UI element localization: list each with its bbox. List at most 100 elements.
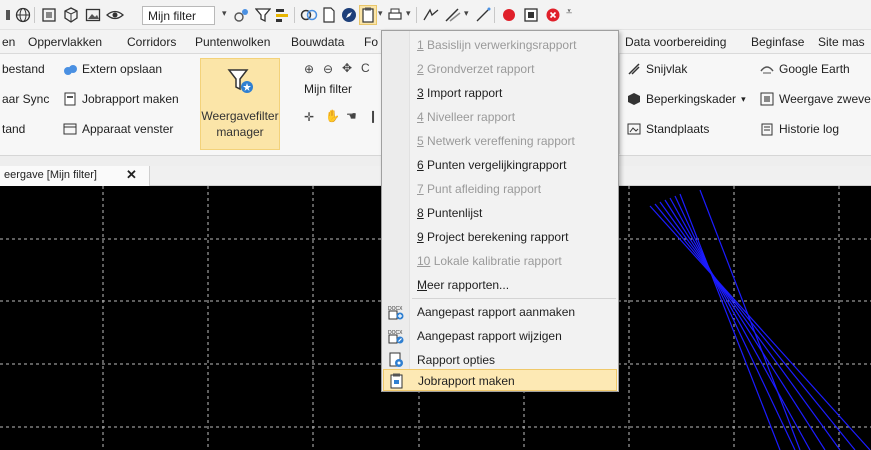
ribbon-bestand[interactable]: bestand <box>2 60 45 78</box>
linework <box>649 189 871 450</box>
menu-item-aangepast-aanmaken[interactable]: DOCX Aangepast rapport aanmaken <box>383 301 617 323</box>
standplaats-button[interactable]: Standplaats <box>627 120 709 138</box>
floating-view-icon <box>760 92 774 106</box>
apparaat-venster-button[interactable]: Apparaat venster <box>63 120 173 138</box>
menu-item-label: 3 Import rapport <box>417 86 503 100</box>
weergavefilter-manager-button[interactable]: Weergavefilter manager <box>200 58 280 150</box>
menu-separator <box>412 298 616 299</box>
menu-item-meer-rapporten[interactable]: Meer rapporten... <box>383 274 617 296</box>
hand-pan-icon[interactable]: ☚ <box>346 109 357 123</box>
filter-label: Mijn filter <box>304 82 353 96</box>
tab-corridors[interactable]: Corridors <box>127 35 176 49</box>
group-icon[interactable] <box>300 6 318 24</box>
menu-item-label: 9 Project berekening rapport <box>417 230 569 244</box>
menu-item-label: 6 Punten vergelijkingrapport <box>417 158 567 172</box>
cloud-save-icon <box>63 62 77 76</box>
eye-icon[interactable] <box>106 6 124 24</box>
orbit-icon[interactable]: ✛ <box>304 110 314 124</box>
cut-plane-icon <box>627 62 641 76</box>
hand-icon[interactable]: ✋ <box>325 109 340 123</box>
image-icon[interactable] <box>84 6 102 24</box>
menu-item-punten-vergelijking[interactable]: 6 Punten vergelijkingrapport <box>383 154 617 176</box>
views-icon[interactable] <box>233 6 251 24</box>
menu-item-label: Jobrapport maken <box>418 374 515 388</box>
menu-item-label: Rapport opties <box>417 353 496 367</box>
pan-icon[interactable]: ✥ <box>342 61 352 75</box>
report-options-icon <box>388 352 404 368</box>
jobrapport-maken-button[interactable]: Jobrapport maken <box>63 90 179 108</box>
big-button-line2: manager <box>216 125 264 139</box>
document-tab-close-icon[interactable]: ✕ <box>126 167 137 183</box>
beperkingskader-dropdown-icon[interactable]: ▾ <box>741 94 746 105</box>
menu-item-netwerk[interactable]: 5 Netwerk vereffening rapport <box>383 130 617 152</box>
menu-item-import[interactable]: 3 Import rapport <box>383 82 617 104</box>
filter-icon[interactable] <box>254 6 272 24</box>
beperkingskader-button[interactable]: Beperkingskader ▾ <box>627 90 746 108</box>
filter-dropdown-icon[interactable]: ▾ <box>222 8 227 19</box>
layers-icon[interactable] <box>274 6 292 24</box>
menu-item-basislijn[interactable]: 1 Basislijn verwerkingsrapport <box>383 34 617 56</box>
menu-item-label: 10 Lokale kalibratie rapport <box>417 254 562 268</box>
zoom-in-icon[interactable]: ⊕ <box>304 62 314 76</box>
tab-oppervlakken[interactable]: Oppervlakken <box>28 35 102 49</box>
menu-item-lokale-kalibratie[interactable]: 10 Lokale kalibratie rapport <box>383 250 617 272</box>
weergave-zwevend-button[interactable]: Weergave zweve <box>760 90 871 108</box>
menu-item-label: 1 Basislijn verwerkingsrapport <box>417 38 577 52</box>
google-earth-button[interactable]: Google Earth <box>760 60 850 78</box>
menu-item-label: 5 Netwerk vereffening rapport <box>417 134 575 148</box>
menu-item-project-berekening[interactable]: 9 Project berekening rapport <box>383 226 617 248</box>
menu-item-rapport-opties[interactable]: Rapport opties <box>383 349 617 371</box>
tab-partial-fo[interactable]: Fo <box>364 35 378 49</box>
globe-icon[interactable] <box>14 6 32 24</box>
tab-partial-left[interactable]: en <box>2 35 15 49</box>
menu-item-grondverzet[interactable]: 2 Grondverzet rapport <box>383 58 617 80</box>
big-button-line1: Weergavefilter <box>201 109 279 123</box>
extern-opslaan-button[interactable]: Extern opslaan <box>63 60 162 78</box>
menu-item-label: 2 Grondverzet rapport <box>417 62 535 76</box>
menu-item-label: 7 Punt afleiding rapport <box>417 182 542 196</box>
menu-item-punt-afleiding[interactable]: 7 Punt afleiding rapport <box>383 178 617 200</box>
select-icon[interactable] <box>40 6 58 24</box>
tab-site-mas[interactable]: Site mas <box>818 35 865 49</box>
menu-item-label: Aangepast rapport wijzigen <box>417 329 562 343</box>
document-tab-label: eergave [Mijn filter] <box>4 169 97 181</box>
zoom-out-icon[interactable]: ⊖ <box>323 62 333 76</box>
snijvlak-button[interactable]: Snijvlak <box>627 60 687 78</box>
partial-tool-icon[interactable]: C <box>361 61 370 75</box>
report-icon[interactable] <box>359 5 377 25</box>
earth-icon <box>760 62 774 76</box>
tab-puntenwolken[interactable]: Puntenwolken <box>195 35 270 49</box>
compass-icon[interactable] <box>340 6 358 24</box>
menu-item-label: 4 Nivelleer rapport <box>417 110 516 124</box>
docx-add-icon: DOCX <box>388 304 404 320</box>
station-icon <box>627 122 641 136</box>
document-icon[interactable] <box>320 6 338 24</box>
menu-item-nivelleer[interactable]: 4 Nivelleer rapport <box>383 106 617 128</box>
document-tab[interactable]: eergave [Mijn filter] ✕ <box>0 166 150 186</box>
docx-edit-icon: DOCX <box>388 328 404 344</box>
tab-data-voorbereiding[interactable]: Data voorbereiding <box>625 35 726 49</box>
historie-log-button[interactable]: Historie log <box>760 120 839 138</box>
device-window-icon <box>63 122 77 136</box>
menu-item-label: Meer rapporten... <box>417 278 510 292</box>
report-dropdown-icon[interactable]: ▾ <box>378 8 383 19</box>
view-filter-manager-icon <box>227 67 255 95</box>
report-dropdown-menu: 1 Basislijn verwerkingsrapport 2 Grondve… <box>381 30 619 392</box>
menu-item-label: 8 Puntenlijst <box>417 206 483 220</box>
filter-select[interactable]: Mijn filter <box>142 6 215 25</box>
tab-beginfase[interactable]: Beginfase <box>751 35 804 49</box>
menu-item-label: Aangepast rapport aanmaken <box>417 305 576 319</box>
quick-access-toolbar: Mijn filter ▾ ▾ <box>0 0 871 30</box>
cube-icon[interactable] <box>62 6 80 24</box>
job-report-icon <box>389 373 405 389</box>
bounding-box-icon <box>627 92 641 106</box>
history-log-icon <box>760 122 774 136</box>
partial-tool2-icon[interactable]: ❙ <box>368 109 378 123</box>
menu-item-jobrapport-maken[interactable]: Jobrapport maken <box>383 369 617 391</box>
ribbon-divider <box>619 54 620 154</box>
menu-item-aangepast-wijzigen[interactable]: DOCX Aangepast rapport wijzigen <box>383 325 617 347</box>
ribbon-tand[interactable]: tand <box>2 120 25 138</box>
menu-item-puntenlijst[interactable]: 8 Puntenlijst <box>383 202 617 224</box>
tab-bouwdata[interactable]: Bouwdata <box>291 35 344 49</box>
ribbon-sync[interactable]: aar Sync <box>2 90 49 108</box>
